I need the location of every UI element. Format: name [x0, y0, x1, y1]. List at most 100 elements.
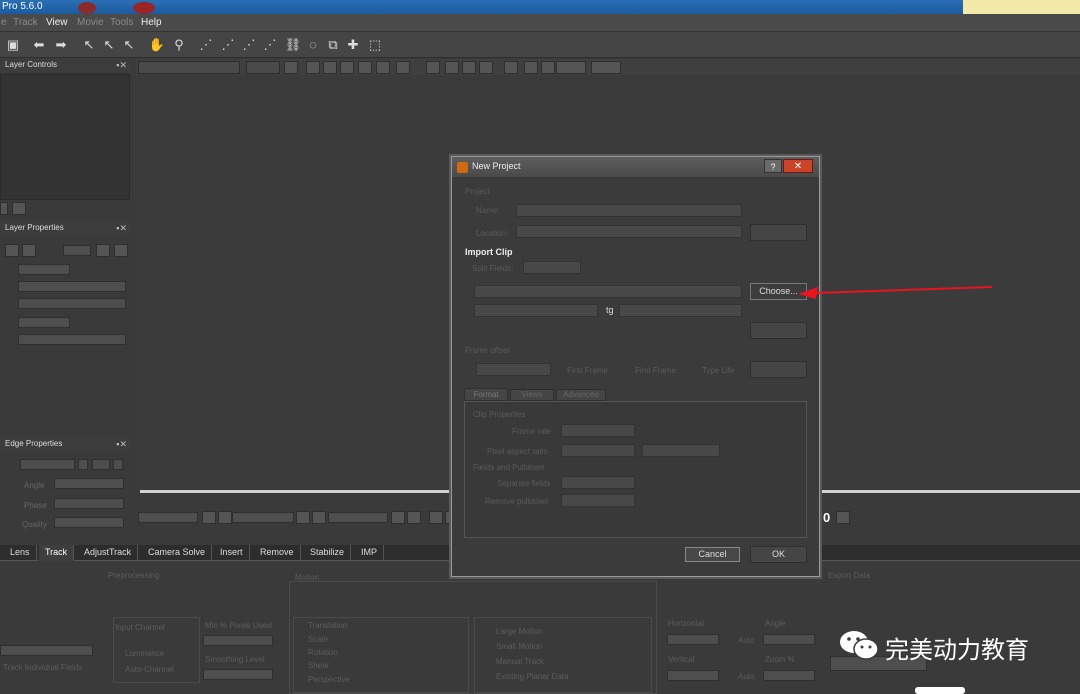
view-btn-icon[interactable]	[340, 61, 354, 74]
vertical-field[interactable]	[667, 670, 719, 681]
view-btn-icon[interactable]	[426, 61, 440, 74]
transform-icon[interactable]: ⧉	[324, 36, 342, 54]
save-icon[interactable]: ▣	[4, 36, 22, 54]
preprocess-dropdown[interactable]	[0, 645, 93, 656]
clip-start-input[interactable]	[474, 304, 598, 317]
scale-check[interactable]: Scale	[308, 635, 328, 644]
edge-field[interactable]	[92, 459, 110, 470]
location-dropdown[interactable]	[516, 225, 742, 238]
close-button[interactable]: ✕	[783, 159, 813, 173]
frame-offset-button[interactable]	[750, 361, 807, 378]
menu-tools[interactable]: Tools	[110, 17, 133, 28]
prop-dropdown[interactable]	[18, 281, 126, 292]
view-btn-icon[interactable]	[504, 61, 518, 74]
smoothing-field[interactable]	[203, 669, 273, 680]
select-b-icon[interactable]: ↖	[100, 36, 118, 54]
location-browse-button[interactable]	[750, 224, 807, 241]
type-frame-radio[interactable]: Type Life	[702, 366, 734, 375]
ping-pong-icon[interactable]	[407, 511, 421, 524]
manual-track-radio[interactable]: Manual Track	[496, 657, 544, 666]
separate-fields-dropdown[interactable]	[561, 476, 635, 489]
tab-track[interactable]: Track	[39, 545, 75, 561]
edge-angle-field[interactable]	[54, 478, 124, 489]
draw-bezier-icon[interactable]: ⋰	[240, 36, 258, 54]
prop-dropdown[interactable]	[18, 264, 70, 275]
menu-help[interactable]: Help	[141, 17, 162, 28]
select-tool-icon[interactable]: ↖	[80, 36, 98, 54]
menu-view[interactable]: View	[46, 17, 68, 28]
tab-lens[interactable]: Lens	[4, 545, 37, 561]
prop-dropdown[interactable]	[18, 298, 126, 309]
prop-btn-icon[interactable]	[114, 244, 128, 257]
prev-key-icon[interactable]	[202, 511, 216, 524]
in-frame-field[interactable]	[138, 512, 198, 523]
step-back-icon[interactable]	[218, 511, 232, 524]
prop-field[interactable]	[63, 245, 91, 256]
ellipse-select-icon[interactable]: ◌	[304, 36, 322, 54]
view-btn-icon[interactable]	[445, 61, 459, 74]
auto-check[interactable]: Auto	[738, 636, 754, 645]
views-tab[interactable]: Views	[510, 389, 554, 401]
menu-edit[interactable]: e	[1, 17, 7, 28]
tab-stabilize[interactable]: Stabilize	[304, 545, 352, 561]
undo-icon[interactable]: ⬅	[30, 36, 48, 54]
zoom-tool-icon[interactable]: ⚲	[170, 36, 188, 54]
panel-pin-icon[interactable]: ▪✕	[116, 58, 127, 72]
view-btn-icon[interactable]	[462, 61, 476, 74]
large-motion-radio[interactable]: Large Motion	[496, 627, 543, 636]
add-bezier-point-icon[interactable]: ⋰	[261, 36, 279, 54]
view-btn-icon[interactable]	[376, 61, 390, 74]
view-btn-icon[interactable]	[479, 61, 493, 74]
tab-camera-solve[interactable]: Camera Solve	[142, 545, 213, 561]
add-x-point-icon[interactable]: ⋰	[219, 36, 237, 54]
view-btn-icon[interactable]	[396, 61, 410, 74]
small-motion-radio[interactable]: Small Motion	[496, 642, 542, 651]
panel-pin-icon[interactable]: ▪✕	[116, 437, 127, 451]
menu-track[interactable]: Track	[13, 17, 38, 28]
frame-offset-input[interactable]	[476, 363, 551, 376]
layer-list[interactable]	[0, 74, 130, 200]
tab-imp[interactable]: IMP	[355, 545, 385, 561]
view-btn-icon[interactable]	[541, 61, 555, 74]
view-btn-icon[interactable]	[323, 61, 337, 74]
key-icon[interactable]	[836, 511, 850, 524]
edge-field[interactable]	[20, 459, 75, 470]
prop-btn-icon[interactable]	[5, 244, 19, 257]
loop-icon[interactable]	[391, 511, 405, 524]
surface-icon[interactable]: ⬚	[366, 36, 384, 54]
panel-pin-icon[interactable]: ▪✕	[116, 221, 127, 235]
existing-planar-radio[interactable]: Existing Planar Data	[496, 672, 568, 681]
remove-pulldown-dropdown[interactable]	[561, 494, 635, 507]
move-icon[interactable]: ✚	[344, 36, 362, 54]
cancel-button[interactable]: Cancel	[685, 547, 740, 562]
view-btn-icon[interactable]	[591, 61, 621, 74]
edge-field[interactable]	[113, 459, 123, 470]
clip-end-input[interactable]	[619, 304, 742, 317]
name-input[interactable]	[516, 204, 742, 217]
view-btn-icon[interactable]	[306, 61, 320, 74]
layer-dropdown[interactable]	[138, 61, 240, 74]
play-back-icon[interactable]	[429, 511, 443, 524]
tab-adjusttrack[interactable]: AdjustTrack	[78, 545, 139, 561]
edge-phase-field[interactable]	[54, 498, 124, 509]
draw-x-spline-icon[interactable]: ⋰	[197, 36, 215, 54]
pixel-aspect-value[interactable]	[642, 444, 720, 457]
ok-button[interactable]: OK	[750, 546, 807, 563]
prop-dropdown[interactable]	[18, 334, 126, 345]
pixel-aspect-dropdown[interactable]	[561, 444, 635, 457]
first-frame-radio-2[interactable]: First Frame	[635, 366, 676, 375]
horizontal-field[interactable]	[667, 634, 719, 645]
prop-btn-icon[interactable]	[96, 244, 110, 257]
min-pixels-field[interactable]	[203, 635, 273, 646]
tab-remove[interactable]: Remove	[254, 545, 301, 561]
step-fwd-icon[interactable]	[296, 511, 310, 524]
help-button[interactable]: ?	[764, 159, 782, 173]
view-btn-icon[interactable]	[358, 61, 372, 74]
edge-quality-field[interactable]	[54, 517, 124, 528]
first-frame-radio[interactable]: First Frame	[567, 366, 608, 375]
layer-fit-icon[interactable]	[12, 202, 26, 215]
view-dropdown[interactable]	[246, 61, 280, 74]
view-btn-icon[interactable]	[284, 61, 298, 74]
menu-movie[interactable]: Movie	[77, 17, 104, 28]
luminance-radio[interactable]: Luminance	[125, 649, 164, 658]
